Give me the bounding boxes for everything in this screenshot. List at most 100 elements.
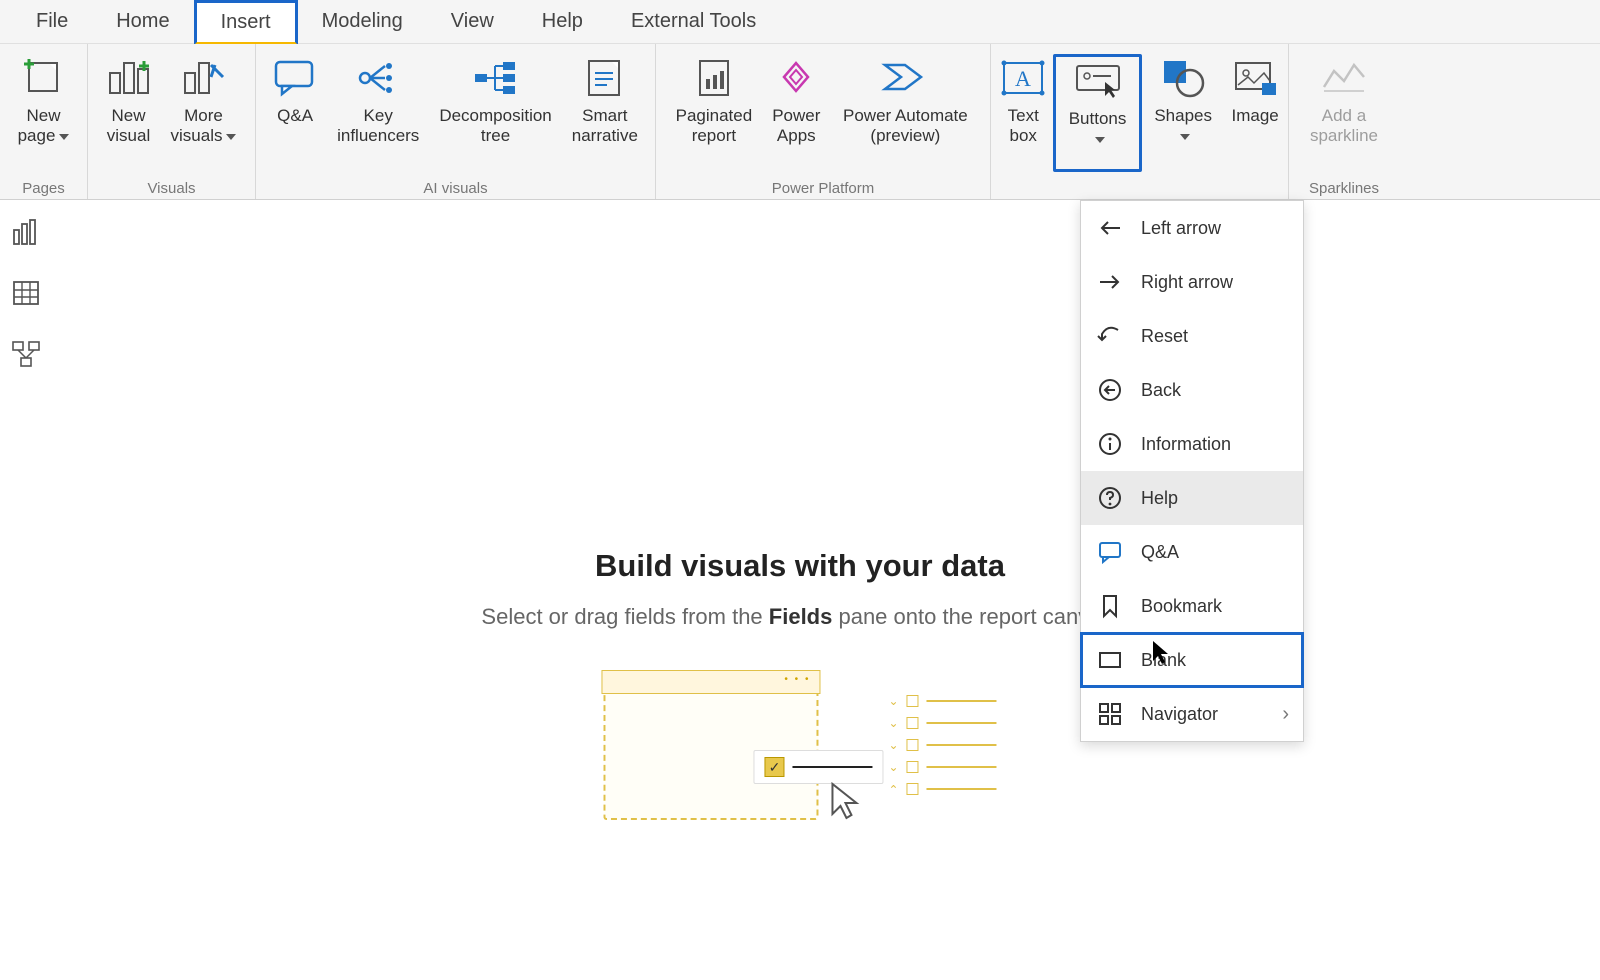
menu-item-label: Information: [1141, 434, 1231, 455]
menu-item-bookmark[interactable]: Bookmark: [1081, 579, 1303, 633]
left-arrow-icon: [1097, 215, 1123, 241]
tab-modeling[interactable]: Modeling: [298, 2, 427, 41]
key-influencers-label: Key influencers: [337, 106, 419, 147]
new-visual-icon: [107, 56, 151, 100]
help-icon: [1097, 485, 1123, 511]
new-visual-label: New visual: [107, 106, 150, 147]
new-page-icon: [21, 56, 65, 100]
empty-canvas-hint: Build visuals with your data Select or d…: [0, 548, 1600, 630]
menu-item-label: Left arrow: [1141, 218, 1221, 239]
buttons-dropdown-button[interactable]: Buttons: [1053, 54, 1142, 172]
shapes-button[interactable]: Shapes: [1142, 54, 1225, 172]
menu-item-reset[interactable]: Reset: [1081, 309, 1303, 363]
menu-item-label: Back: [1141, 380, 1181, 401]
group-label-pages: Pages: [22, 177, 65, 199]
tab-help[interactable]: Help: [518, 2, 607, 41]
qa-button[interactable]: Q&A: [263, 54, 327, 172]
menu-item-navigator[interactable]: Navigator ›: [1081, 687, 1303, 741]
menu-item-label: Reset: [1141, 326, 1188, 347]
new-page-label: New page: [18, 106, 70, 147]
smart-narrative-button[interactable]: Smart narrative: [562, 54, 648, 172]
group-label-ai-visuals: AI visuals: [423, 177, 487, 199]
data-view-icon[interactable]: [12, 279, 40, 310]
buttons-icon: [1076, 59, 1120, 103]
tab-home[interactable]: Home: [92, 2, 193, 41]
shapes-label: Shapes: [1152, 106, 1215, 147]
power-apps-icon: [774, 56, 818, 100]
cursor-icon: [1151, 639, 1171, 670]
menu-item-left-arrow[interactable]: Left arrow: [1081, 201, 1303, 255]
key-influencers-icon: [356, 56, 400, 100]
add-sparkline-button: Add a sparkline: [1300, 54, 1388, 172]
qa-icon: [273, 56, 317, 100]
canvas-hint-sub: Select or drag fields from the Fields pa…: [0, 604, 1600, 630]
tab-view[interactable]: View: [427, 2, 518, 41]
bookmark-icon: [1097, 593, 1123, 619]
image-button[interactable]: Image: [1224, 54, 1285, 172]
paginated-report-icon: [692, 56, 736, 100]
power-apps-button[interactable]: Power Apps: [762, 54, 830, 172]
key-influencers-button[interactable]: Key influencers: [327, 54, 429, 172]
power-automate-button[interactable]: Power Automate (preview): [830, 54, 980, 172]
more-visuals-button[interactable]: More visuals: [161, 54, 247, 172]
power-automate-label: Power Automate (preview): [843, 106, 968, 147]
add-sparkline-icon: [1322, 56, 1366, 100]
power-apps-label: Power Apps: [772, 106, 820, 147]
smart-narrative-label: Smart narrative: [572, 106, 638, 147]
text-box-label: Text box: [1008, 106, 1039, 147]
more-visuals-icon: [182, 56, 226, 100]
group-label-sparklines: Sparklines: [1309, 177, 1379, 199]
power-automate-icon: [883, 56, 927, 100]
cursor-icon: [828, 780, 862, 823]
more-visuals-label: More visuals: [171, 106, 237, 147]
model-view-icon[interactable]: [11, 340, 41, 373]
qa-chat-icon: [1097, 539, 1123, 565]
shapes-icon: [1161, 56, 1205, 100]
reset-icon: [1097, 323, 1123, 349]
image-icon: [1233, 56, 1277, 100]
text-box-button[interactable]: A Text box: [993, 54, 1053, 172]
menu-item-qa[interactable]: Q&A: [1081, 525, 1303, 579]
right-arrow-icon: [1097, 269, 1123, 295]
group-label-power-platform: Power Platform: [772, 177, 875, 199]
ribbon-tabbar: File Home Insert Modeling View Help Exte…: [0, 0, 1600, 44]
blank-icon: [1097, 647, 1123, 673]
add-sparkline-label: Add a sparkline: [1310, 106, 1378, 147]
menu-item-right-arrow[interactable]: Right arrow: [1081, 255, 1303, 309]
smart-narrative-icon: [583, 56, 627, 100]
information-icon: [1097, 431, 1123, 457]
menu-item-blank[interactable]: Blank: [1081, 633, 1303, 687]
tab-external-tools[interactable]: External Tools: [607, 2, 780, 41]
menu-item-information[interactable]: Information: [1081, 417, 1303, 471]
back-icon: [1097, 377, 1123, 403]
decomposition-tree-label: Decomposition tree: [439, 106, 551, 147]
new-page-button[interactable]: New page: [8, 54, 80, 172]
left-view-rail: [0, 200, 52, 373]
new-visual-button[interactable]: New visual: [97, 54, 161, 172]
qa-label: Q&A: [277, 106, 313, 126]
menu-item-label: Help: [1141, 488, 1178, 509]
buttons-dropdown-menu: Left arrow Right arrow Reset Back Inform…: [1080, 200, 1304, 742]
report-view-icon[interactable]: [12, 218, 40, 249]
menu-item-back[interactable]: Back: [1081, 363, 1303, 417]
navigator-icon: [1097, 701, 1123, 727]
menu-item-help[interactable]: Help: [1081, 471, 1303, 525]
decomposition-tree-button[interactable]: Decomposition tree: [429, 54, 561, 172]
text-box-icon: A: [1001, 56, 1045, 100]
canvas-hint-heading: Build visuals with your data: [0, 548, 1600, 584]
tab-file[interactable]: File: [12, 2, 92, 41]
ribbon-insert: New page Pages New visual More visuals V…: [0, 44, 1600, 200]
canvas-illustration: ✓ ⌄ ⌄ ⌄ ⌄ ⌄: [603, 690, 996, 820]
group-label-visuals: Visuals: [147, 177, 195, 199]
decomposition-tree-icon: [474, 56, 518, 100]
svg-text:A: A: [1015, 66, 1031, 91]
tab-insert[interactable]: Insert: [194, 0, 298, 45]
menu-item-label: Right arrow: [1141, 272, 1233, 293]
menu-item-label: Bookmark: [1141, 596, 1222, 617]
buttons-dropdown-label: Buttons: [1066, 109, 1129, 150]
paginated-report-label: Paginated report: [676, 106, 753, 147]
chevron-right-icon: ›: [1282, 703, 1289, 726]
image-label: Image: [1232, 106, 1279, 126]
paginated-report-button[interactable]: Paginated report: [666, 54, 763, 172]
menu-item-label: Navigator: [1141, 704, 1218, 725]
